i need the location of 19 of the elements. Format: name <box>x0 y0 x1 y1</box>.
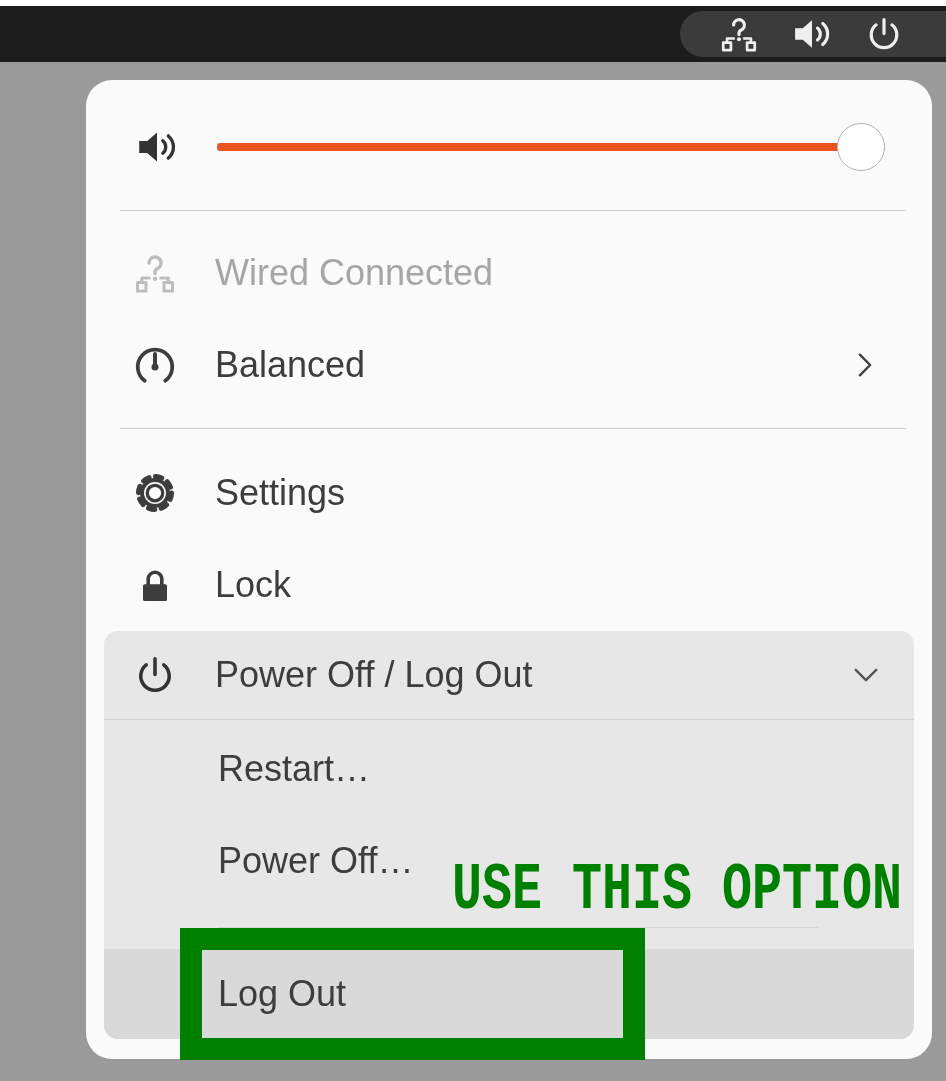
menu-item[interactable]: Lock <box>104 539 914 631</box>
gauge-icon <box>135 345 175 385</box>
menu-item[interactable]: Settings <box>104 447 914 539</box>
slider-thumb[interactable] <box>837 123 885 171</box>
network-question-icon <box>135 253 175 293</box>
submenu-item[interactable]: Restart… <box>218 723 371 815</box>
annotation-label: USE THIS OPTION <box>452 856 903 924</box>
lock-icon <box>141 569 169 601</box>
power-icon <box>136 656 174 694</box>
power-icon <box>867 17 901 51</box>
chevron-right-icon <box>858 353 872 377</box>
menu-item[interactable]: Balanced <box>104 319 914 411</box>
submenu-item[interactable]: Power Off… <box>218 815 414 907</box>
settings-icon <box>135 473 175 513</box>
expander-header[interactable]: Power Off / Log Out <box>104 631 914 720</box>
status-area[interactable] <box>680 11 946 57</box>
submenu-item[interactable]: Log Out <box>104 949 914 1039</box>
network-question-icon <box>721 16 757 52</box>
chevron-down-icon <box>854 668 878 682</box>
